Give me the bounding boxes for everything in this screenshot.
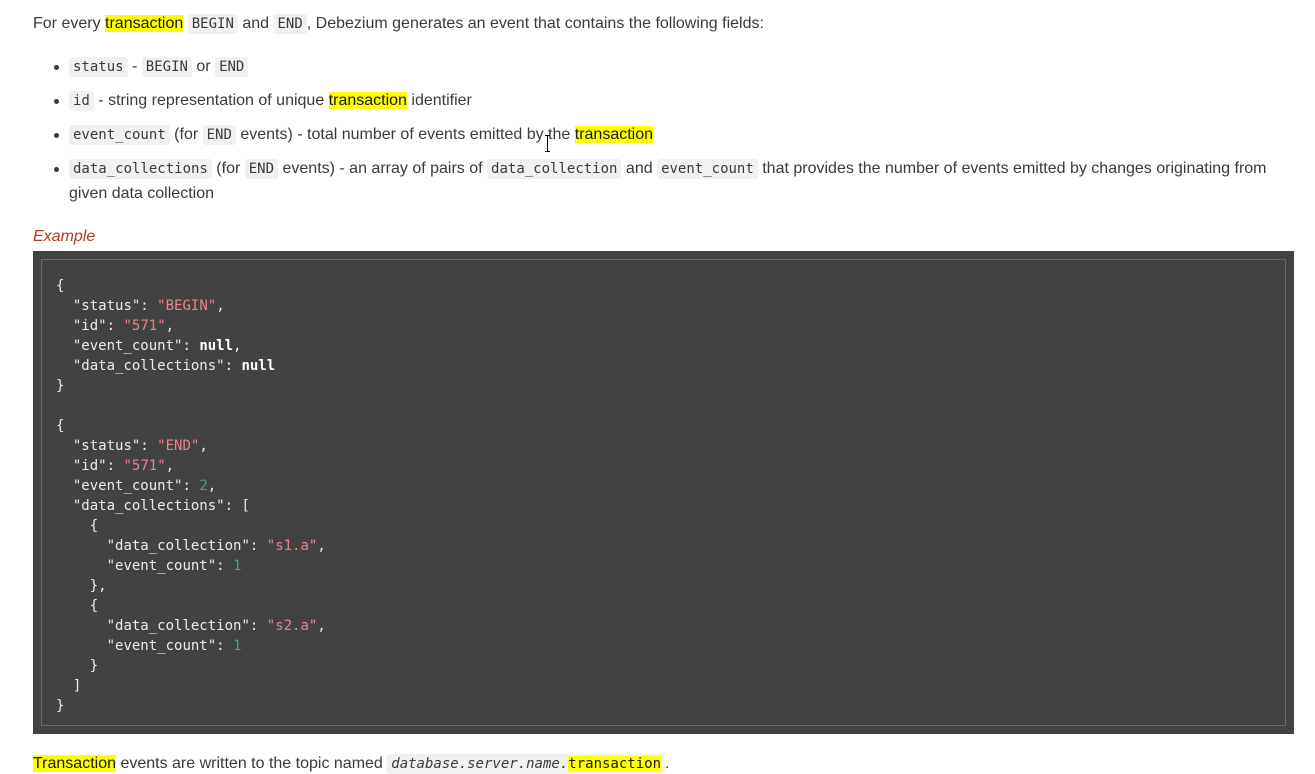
inline-code: event_count (657, 159, 758, 179)
inline-code: data_collections (69, 159, 212, 179)
search-highlight: Transaction (33, 755, 116, 772)
search-highlight: transaction (105, 15, 184, 32)
topic-text: events are written to the topic named (116, 755, 388, 772)
topic-text: . (665, 755, 670, 772)
inline-code: END (244, 159, 279, 179)
inline-code-topic: database.server.name.transaction (387, 754, 665, 774)
code-block[interactable]: { "status": "BEGIN", "id": "571", "event… (33, 251, 1294, 734)
list-item-text: or (191, 58, 216, 75)
list-item-event-count: event_count (for END events) - total num… (54, 122, 1294, 147)
topic-code-prefix: database.server.name. (391, 756, 569, 772)
search-highlight: transaction (328, 92, 407, 109)
list-item-text: events) - total number of events emitted… (235, 126, 575, 143)
list-item-text: (for (169, 126, 203, 143)
list-item-text: - (127, 58, 142, 75)
intro-text: For every (33, 15, 106, 32)
list-item-text: and (621, 160, 658, 177)
inline-code: id (69, 91, 94, 111)
text-cursor-icon (545, 135, 550, 152)
code-listing[interactable]: { "status": "BEGIN", "id": "571", "event… (56, 276, 1271, 716)
list-item-status: status - BEGIN or END (54, 54, 1294, 79)
search-highlight: transaction (568, 756, 661, 772)
intro-paragraph: For every transaction BEGIN and END, Deb… (33, 13, 764, 35)
search-highlight: transaction (574, 126, 654, 143)
inline-code: END (202, 125, 236, 145)
list-item-data-collections: data_collections (for END events) - an a… (54, 156, 1294, 206)
inline-code-end: END (273, 14, 307, 34)
intro-text: , Debezium generates an event that conta… (306, 15, 764, 32)
inline-code: END (215, 57, 249, 77)
list-item-text: events) - an array of pairs of (278, 160, 488, 177)
list-item-id: id - string representation of unique tra… (54, 88, 1294, 113)
example-title: Example (33, 228, 96, 245)
inline-code: event_count (69, 125, 170, 145)
inline-code: data_collection (487, 159, 622, 179)
list-item-text: - string representation of unique (93, 92, 329, 109)
topic-paragraph: Transaction events are written to the to… (33, 753, 669, 774)
inline-code: BEGIN (141, 57, 192, 77)
code-block-inner: { "status": "BEGIN", "id": "571", "event… (41, 259, 1286, 726)
inline-code-begin: BEGIN (187, 14, 238, 34)
list-item-text: identifier (406, 92, 472, 109)
fields-list: status - BEGIN or END id - string repres… (33, 54, 1294, 215)
intro-text: and (237, 15, 274, 32)
inline-code: status (69, 57, 128, 77)
list-item-text: (for (211, 160, 245, 177)
